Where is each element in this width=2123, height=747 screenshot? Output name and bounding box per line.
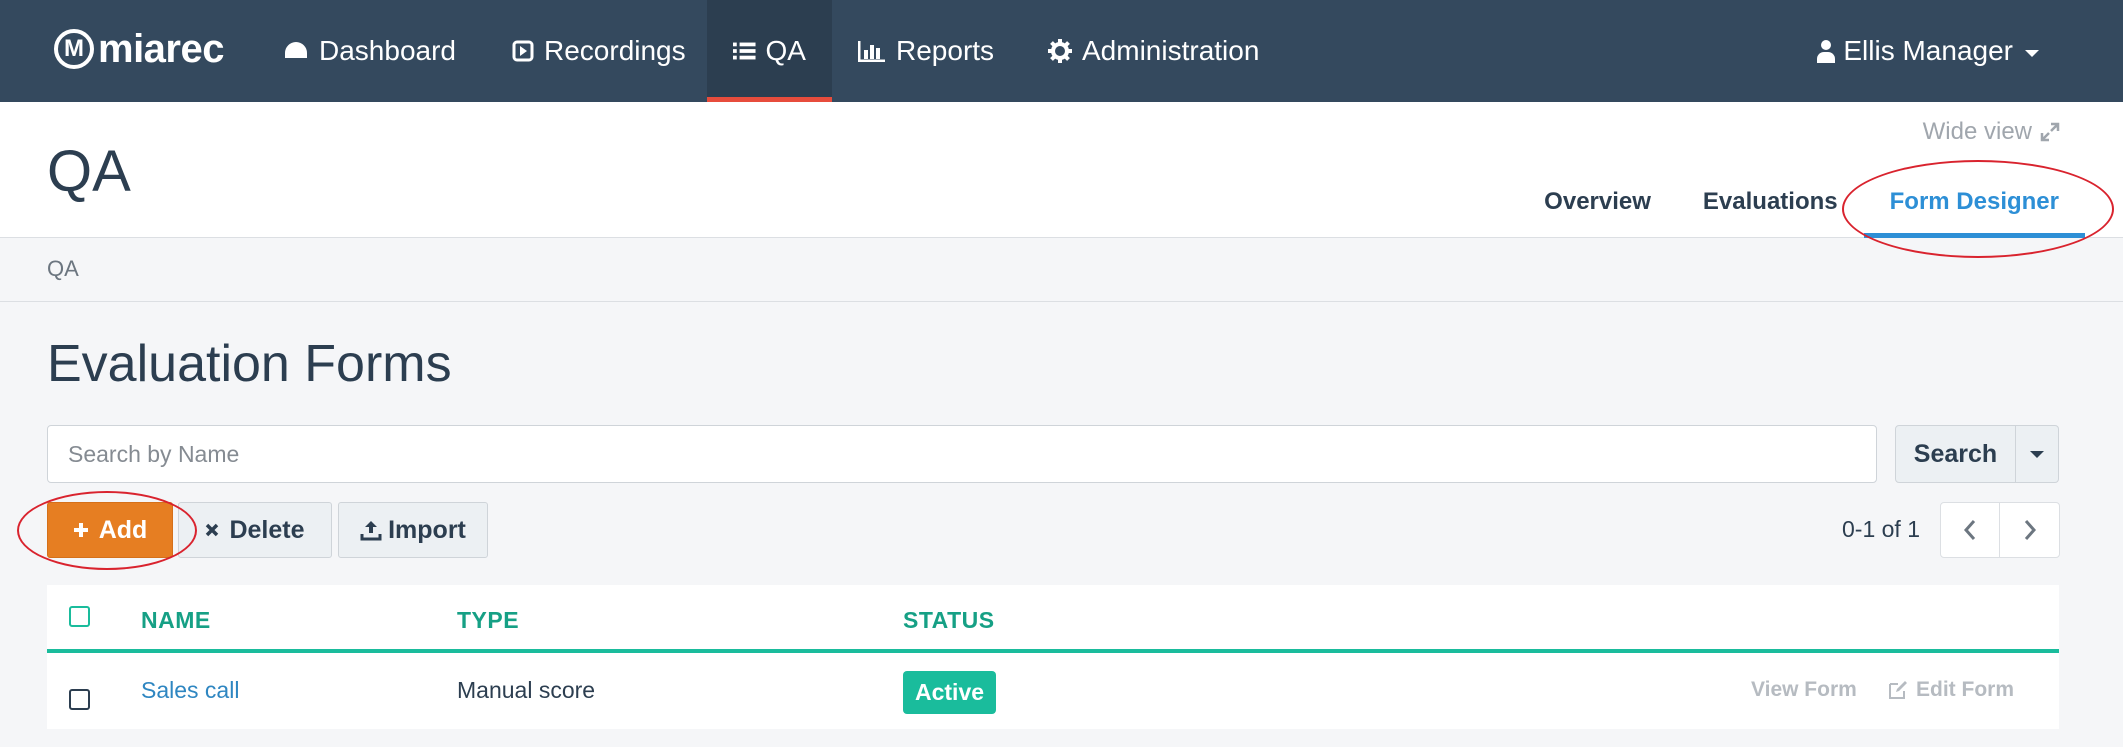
top-navbar: M miarec Dashboard Recordings QA Reports… — [0, 0, 2123, 102]
pagination-info: 0-1 of 1 — [1842, 516, 1920, 542]
wide-view-label: Wide view — [1922, 118, 2032, 145]
nav-label-qa: QA — [765, 35, 806, 66]
edit-form-label: Edit Form — [1916, 678, 2014, 701]
chevron-down-icon — [2025, 49, 2039, 57]
pagination-controls — [1940, 502, 2060, 558]
edit-form-link[interactable]: Edit Form — [1888, 678, 2014, 702]
search-button-group: Search — [1895, 425, 2059, 483]
nav-item-qa[interactable]: QA — [707, 0, 832, 102]
user-icon — [1817, 40, 1836, 63]
edit-icon — [1889, 681, 1907, 699]
nav-label-dashboard: Dashboard — [319, 35, 456, 66]
form-type: Manual score — [457, 677, 596, 703]
table-header: NAME TYPE STATUS — [47, 585, 2059, 653]
section-title: Evaluation Forms — [47, 335, 452, 393]
dashboard-icon — [285, 42, 307, 58]
nav-item-dashboard[interactable]: Dashboard — [257, 0, 482, 102]
close-icon — [206, 523, 219, 537]
row-checkbox[interactable] — [69, 689, 90, 710]
chevron-right-icon — [2024, 520, 2036, 540]
tab-evaluations[interactable]: Evaluations — [1677, 182, 1864, 238]
search-button[interactable]: Search — [1895, 425, 2016, 483]
nav-item-administration[interactable]: Administration — [1022, 0, 1285, 102]
view-form-link[interactable]: View Form — [1751, 678, 1857, 702]
list-icon — [733, 42, 756, 60]
view-form-label: View Form — [1751, 678, 1857, 701]
status-badge: Active — [903, 671, 997, 714]
user-menu[interactable]: Ellis Manager — [1817, 0, 2039, 102]
search-options-dropdown[interactable] — [2016, 425, 2059, 483]
chevron-left-icon — [1963, 520, 1976, 540]
bar-chart-icon — [858, 41, 885, 62]
import-button[interactable]: Import — [338, 502, 488, 558]
search-input[interactable] — [47, 425, 1877, 483]
annotation-ellipse-add — [17, 491, 197, 570]
gear-icon — [1048, 39, 1072, 63]
nav-label-administration: Administration — [1082, 35, 1260, 66]
column-header-type[interactable]: TYPE — [457, 607, 519, 634]
select-all-checkbox[interactable] — [69, 606, 90, 627]
delete-button-label: Delete — [229, 515, 305, 544]
expand-icon — [2040, 122, 2060, 142]
column-header-status[interactable]: STATUS — [903, 607, 995, 634]
form-name-link[interactable]: Sales call — [141, 677, 239, 704]
forms-table: NAME TYPE STATUS Sales call Manual score — [47, 585, 2059, 729]
wide-view-toggle[interactable]: Wide view — [1923, 118, 2060, 146]
prev-page-button[interactable] — [1941, 503, 2000, 557]
tab-overview[interactable]: Overview — [1518, 182, 1677, 238]
brand-logo[interactable]: M miarec — [54, 26, 224, 72]
miarec-logo-icon: M — [54, 29, 94, 69]
nav-label-reports: Reports — [896, 35, 995, 66]
breadcrumb-item-qa[interactable]: QA — [47, 256, 79, 282]
annotation-ellipse-form-designer — [1842, 160, 2114, 258]
page-header: QA Wide view Overview Evaluations Form D… — [0, 102, 2123, 238]
brand-name: miarec — [98, 26, 224, 71]
next-page-button[interactable] — [2000, 503, 2059, 557]
upload-icon — [360, 521, 382, 541]
chevron-down-icon — [2030, 450, 2044, 458]
play-icon — [512, 40, 534, 62]
nav-item-reports[interactable]: Reports — [832, 0, 1020, 102]
nav-label-recordings: Recordings — [544, 35, 686, 66]
column-header-name[interactable]: NAME — [141, 607, 211, 634]
page-title: QA — [47, 139, 131, 204]
delete-button[interactable]: Delete — [178, 502, 332, 558]
import-button-label: Import — [388, 515, 466, 544]
breadcrumb: QA — [0, 238, 2123, 302]
user-name: Ellis Manager — [1843, 35, 2013, 66]
nav-item-recordings[interactable]: Recordings — [486, 0, 712, 102]
